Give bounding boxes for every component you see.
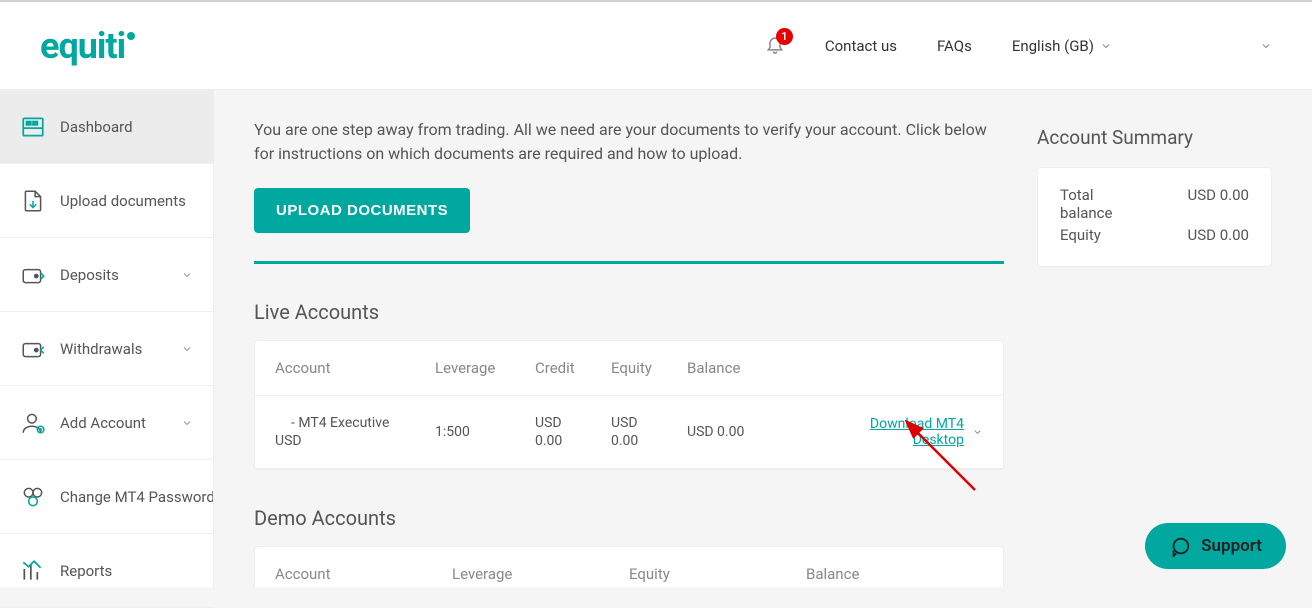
contact-us-link[interactable]: Contact us (825, 37, 897, 55)
upload-icon (20, 188, 46, 214)
live-table-header: Account Leverage Credit Equity Balance (255, 341, 1003, 396)
summary-row-equity: Equity USD 0.00 (1060, 226, 1249, 244)
col-header-leverage: Leverage (435, 359, 535, 377)
support-label: Support (1201, 536, 1262, 556)
cell-leverage: 1:500 (435, 424, 535, 440)
notifications-button[interactable]: 1 (765, 34, 785, 58)
support-button[interactable]: Support (1145, 523, 1286, 569)
user-dropdown[interactable] (1152, 40, 1272, 52)
lock-gear-icon (20, 484, 46, 510)
account-summary-title: Account Summary (1037, 126, 1272, 149)
summary-total-value: USD 0.00 (1188, 186, 1249, 222)
cell-equity: USD 0.00 (611, 414, 687, 450)
col-header-equity: Equity (611, 359, 687, 377)
sidebar-item-dashboard[interactable]: Dashboard (0, 90, 213, 164)
sidebar-item-label: Deposits (60, 266, 119, 284)
header-right: 1 Contact us FAQs English (GB) (765, 34, 1272, 58)
wallet-in-icon (20, 262, 46, 288)
sidebar-item-add-account[interactable]: Add Account (0, 386, 213, 460)
chevron-down-icon (1260, 40, 1272, 52)
demo-table-header: Account Leverage Equity Balance (255, 547, 1003, 587)
account-name: - MT4 Executive (275, 414, 435, 432)
account-currency: USD (275, 432, 435, 450)
sidebar-item-label: Upload documents (60, 192, 186, 210)
sidebar-item-change-password[interactable]: Change MT4 Password (0, 460, 213, 534)
col-header-account: Account (275, 565, 452, 583)
faqs-link[interactable]: FAQs (937, 37, 972, 55)
verification-banner-text: You are one step away from trading. All … (254, 118, 1004, 166)
sidebar-item-label: Change MT4 Password (60, 488, 213, 506)
chevron-down-icon (181, 343, 193, 355)
section-divider (254, 261, 1004, 264)
summary-row-total: Total balance USD 0.00 (1060, 186, 1249, 222)
cell-download: Download MT4 Desktop (827, 416, 983, 448)
download-mt4-link[interactable]: Download MT4 Desktop (827, 416, 983, 448)
demo-accounts-card: Account Leverage Equity Balance Practice… (254, 546, 1004, 587)
chevron-down-icon (181, 269, 193, 281)
col-header-balance: Balance (687, 359, 827, 377)
live-account-row: - MT4 Executive USD 1:500 USD 0.00 USD 0… (255, 396, 1003, 469)
equity-currency: USD (611, 414, 687, 432)
sidebar-item-label: Reports (60, 562, 112, 580)
credit-amount: 0.00 (535, 432, 611, 450)
language-select[interactable]: English (GB) (1012, 37, 1112, 55)
live-accounts-title: Live Accounts (254, 300, 1004, 324)
sidebar-item-label: Dashboard (60, 118, 133, 136)
content-left: You are one step away from trading. All … (254, 118, 1004, 587)
language-label: English (GB) (1012, 37, 1094, 55)
chevron-down-icon (1100, 40, 1112, 52)
demo-accounts-title: Demo Accounts (254, 506, 1004, 530)
wallet-out-icon (20, 336, 46, 362)
logo[interactable]: equiti (40, 25, 135, 67)
download-mt4-label: Download MT4 Desktop (827, 416, 964, 448)
upload-documents-button[interactable]: UPLOAD DOCUMENTS (254, 188, 470, 233)
main-content: You are one step away from trading. All … (214, 90, 1312, 587)
sidebar-item-label: Add Account (60, 414, 146, 432)
summary-total-label: Total balance (1060, 186, 1140, 222)
add-user-icon (20, 410, 46, 436)
logo-dot-icon (127, 32, 135, 40)
live-accounts-card: Account Leverage Credit Equity Balance -… (254, 340, 1004, 470)
equity-amount: 0.00 (611, 432, 687, 450)
logo-text: equiti (40, 25, 125, 67)
reports-icon (20, 558, 46, 584)
account-summary-card: Total balance USD 0.00 Equity USD 0.00 (1037, 167, 1272, 267)
col-header-account: Account (275, 359, 435, 377)
col-header-equity: Equity (629, 565, 806, 583)
summary-equity-label: Equity (1060, 226, 1101, 244)
dashboard-icon (20, 114, 46, 140)
sidebar-item-deposits[interactable]: Deposits (0, 238, 213, 312)
sidebar: Dashboard Upload documents Deposits With… (0, 90, 214, 587)
chevron-down-icon (181, 417, 193, 429)
sidebar-item-reports[interactable]: Reports (0, 534, 213, 608)
cell-balance: USD 0.00 (687, 424, 827, 440)
cell-account: - MT4 Executive USD (275, 414, 435, 450)
chat-icon (1169, 535, 1191, 557)
chevron-down-icon (972, 426, 983, 438)
col-header-credit: Credit (535, 359, 611, 377)
account-summary-panel: Account Summary Total balance USD 0.00 E… (1037, 118, 1272, 267)
col-header-leverage: Leverage (452, 565, 629, 583)
cell-credit: USD 0.00 (535, 414, 611, 450)
credit-currency: USD (535, 414, 611, 432)
header: equiti 1 Contact us FAQs English (GB) (0, 0, 1312, 90)
sidebar-item-label: Withdrawals (60, 340, 142, 358)
col-header-balance: Balance (806, 565, 983, 583)
notifications-badge: 1 (776, 28, 793, 45)
sidebar-item-upload-documents[interactable]: Upload documents (0, 164, 213, 238)
sidebar-item-withdrawals[interactable]: Withdrawals (0, 312, 213, 386)
summary-equity-value: USD 0.00 (1188, 226, 1249, 244)
